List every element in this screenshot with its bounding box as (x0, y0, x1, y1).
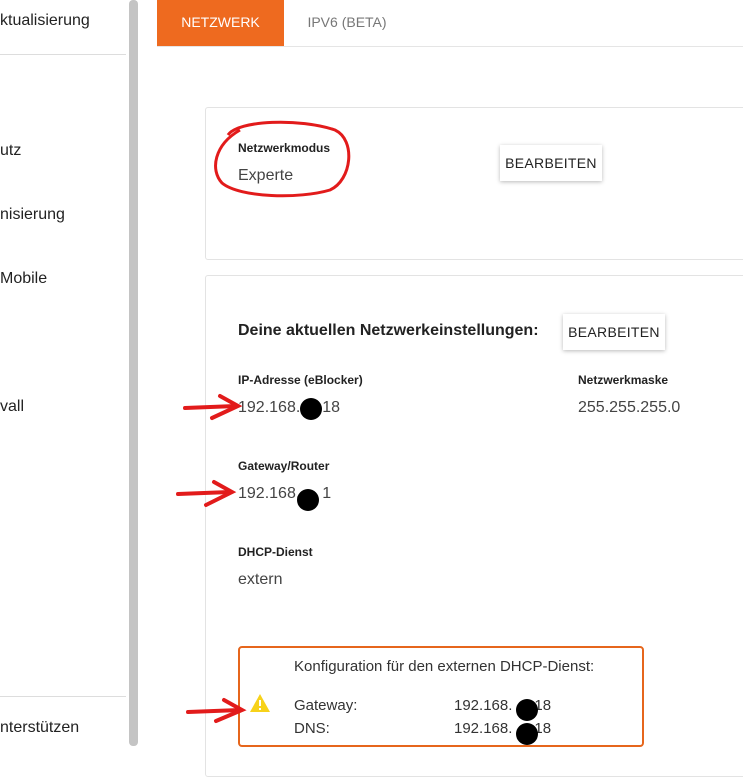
network-mode-value: Experte (238, 167, 294, 184)
edit-mode-button[interactable]: BEARBEITEN (500, 145, 602, 181)
sidebar-item-aktualisierung[interactable]: ktualisierung (0, 12, 90, 30)
sidebar-item-mobile[interactable]: Mobile (0, 270, 47, 288)
gateway-label: Gateway/Router (238, 459, 330, 473)
sidebar: ktualisierung utz nisierung Mobile vall … (0, 0, 138, 760)
redaction-dot (516, 699, 538, 721)
warning-triangle-icon (250, 694, 270, 712)
redaction-dot (300, 398, 322, 420)
dhcp-label: DHCP-Dienst (238, 545, 313, 559)
redaction-dot (516, 723, 538, 745)
tab-netzwerk[interactable]: NETZWERK (157, 0, 284, 46)
sidebar-item-unterstuetzen[interactable]: nterstützen (0, 719, 79, 737)
sidebar-scrollbar[interactable] (129, 0, 138, 746)
sidebar-divider (0, 696, 126, 697)
dhcp-dns-label: DNS: (294, 720, 330, 737)
dhcp-gateway-label: Gateway: (294, 697, 358, 714)
redaction-dot (297, 489, 319, 511)
tab-ipv6[interactable]: IPV6 (BETA) (284, 0, 410, 46)
sidebar-item-synchronisierung[interactable]: nisierung (0, 206, 65, 224)
network-mode-label: Netzwerkmodus (238, 141, 331, 155)
netmask-value: 255.255.255.0 (578, 399, 681, 416)
settings-title: Deine aktuellen Netzwerkeinstellungen: (238, 322, 539, 339)
edit-settings-button[interactable]: BEARBEITEN (563, 314, 665, 350)
netmask-label: Netzwerkmaske (578, 373, 669, 387)
dhcp-value: extern (238, 571, 283, 588)
ip-address-label: IP-Adresse (eBlocker) (238, 373, 363, 387)
sidebar-item-schutz[interactable]: utz (0, 142, 21, 160)
sidebar-divider (0, 54, 126, 55)
ip-address-value: 192.168. 18 (238, 399, 341, 416)
dhcp-warning-title: Konfiguration für den externen DHCP-Dien… (294, 658, 595, 675)
tab-divider (157, 46, 743, 47)
sidebar-item-firewall[interactable]: vall (0, 398, 24, 416)
